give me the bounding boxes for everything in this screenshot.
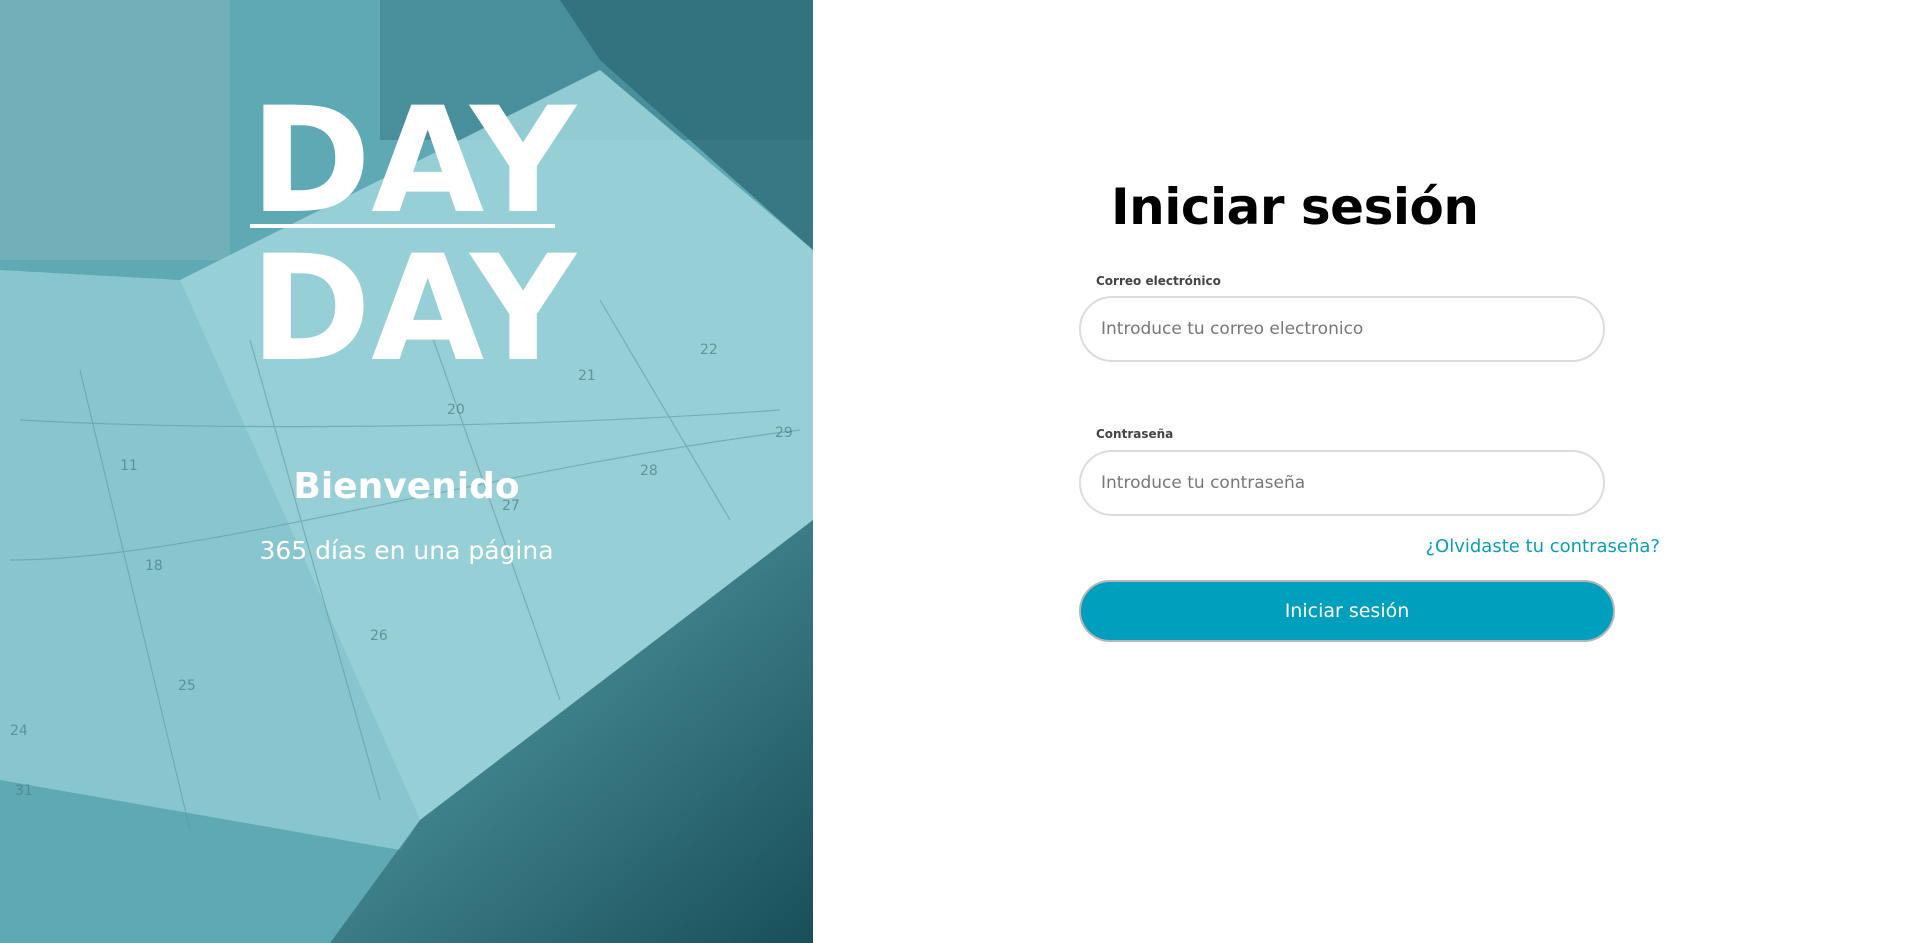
password-label: Contraseña: [1096, 427, 1174, 441]
login-title: Iniciar sesión: [1111, 178, 1479, 236]
welcome-subtitle: 365 días en una página: [259, 536, 554, 565]
svg-text:31: 31: [15, 783, 33, 799]
email-label: Correo electrónico: [1096, 274, 1221, 288]
svg-text:26: 26: [370, 628, 388, 644]
welcome-title: Bienvenido: [293, 466, 520, 507]
forgot-password-link[interactable]: ¿Olvidaste tu contraseña?: [1425, 536, 1660, 557]
logo-word-top: DAY: [250, 76, 576, 246]
login-panel: Iniciar sesión Correo electrónico Contra…: [813, 0, 1915, 943]
svg-text:22: 22: [700, 342, 718, 358]
svg-text:20: 20: [447, 402, 465, 418]
login-button[interactable]: Iniciar sesión: [1079, 580, 1615, 642]
svg-text:21: 21: [578, 368, 596, 384]
svg-text:29: 29: [775, 425, 793, 441]
svg-text:25: 25: [178, 678, 196, 694]
brand-logo: DAY DAY: [250, 76, 576, 394]
svg-text:24: 24: [10, 723, 28, 739]
hero-panel: 11 18 25 20 21 22 27 28 29 26 24 31 DAY …: [0, 0, 813, 943]
password-field[interactable]: [1079, 450, 1605, 516]
email-field[interactable]: [1079, 296, 1605, 362]
logo-word-bottom: DAY: [250, 224, 576, 394]
login-page: 11 18 25 20 21 22 27 28 29 26 24 31 DAY …: [0, 0, 1915, 943]
